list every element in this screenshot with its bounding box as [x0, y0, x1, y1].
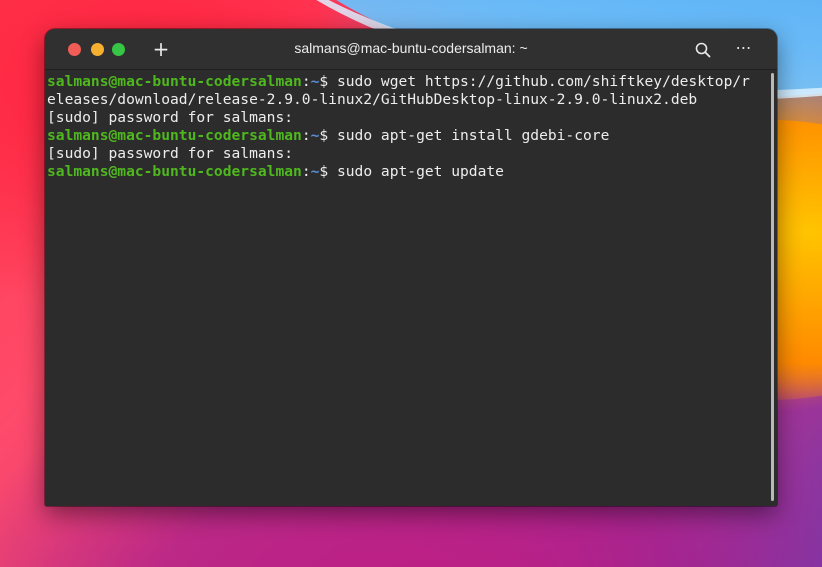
prompt-symbol: $: [319, 127, 329, 144]
prompt-separator: :: [301, 127, 311, 144]
terminal-output-line: eleases/download/release-2.9.0-linux2/Gi…: [47, 91, 777, 109]
desktop-wallpaper: + salmans@mac-buntu-codersalman: ~ ⋯ sal…: [0, 0, 822, 567]
terminal-output[interactable]: salmans@mac-buntu-codersalman:~$ sudo wg…: [45, 70, 777, 506]
output-text: [sudo] password for salmans:: [47, 109, 294, 126]
prompt-separator: :: [301, 163, 311, 180]
terminal-command-line: salmans@mac-buntu-codersalman:~$ sudo wg…: [47, 73, 777, 91]
more-options-icon[interactable]: ⋯: [731, 38, 755, 58]
command-text: sudo wget https://github.com/shiftkey/de…: [328, 73, 750, 90]
prompt-user-host: salmans@mac-buntu-codersalman: [47, 127, 302, 144]
prompt-symbol: $: [319, 73, 329, 90]
prompt-user-host: salmans@mac-buntu-codersalman: [47, 73, 302, 90]
terminal-window[interactable]: + salmans@mac-buntu-codersalman: ~ ⋯ sal…: [45, 29, 777, 506]
terminal-output-line: [sudo] password for salmans:: [47, 109, 777, 127]
output-text: eleases/download/release-2.9.0-linux2/Gi…: [47, 91, 698, 108]
search-icon[interactable]: [694, 41, 712, 59]
terminal-command-line: salmans@mac-buntu-codersalman:~$ sudo ap…: [47, 163, 777, 181]
window-title: salmans@mac-buntu-codersalman: ~: [294, 40, 528, 56]
terminal-command-line: salmans@mac-buntu-codersalman:~$ sudo ap…: [47, 127, 777, 145]
command-text: sudo apt-get install gdebi-core: [328, 127, 610, 144]
output-text: [sudo] password for salmans:: [47, 145, 294, 162]
window-titlebar[interactable]: + salmans@mac-buntu-codersalman: ~ ⋯: [45, 29, 777, 70]
prompt-separator: :: [301, 73, 311, 90]
terminal-output-line: [sudo] password for salmans:: [47, 145, 777, 163]
prompt-user-host: salmans@mac-buntu-codersalman: [47, 163, 302, 180]
terminal-scrollbar[interactable]: [771, 73, 774, 501]
prompt-symbol: $: [319, 163, 329, 180]
command-text: sudo apt-get update: [328, 163, 504, 180]
